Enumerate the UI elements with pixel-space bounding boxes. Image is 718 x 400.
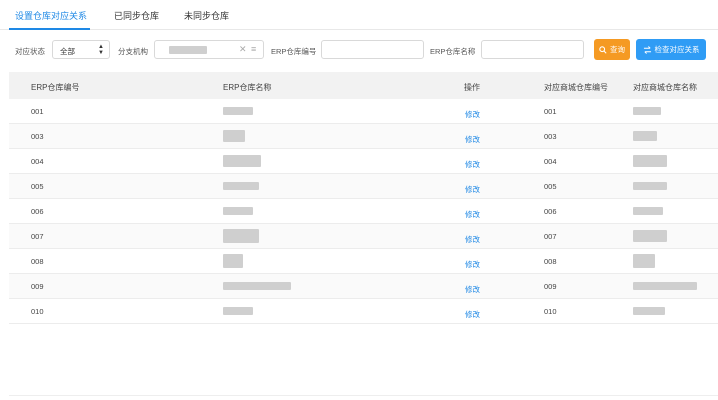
mall-code-cell: 009: [544, 282, 557, 291]
search-icon: [599, 45, 607, 54]
mall-code-cell: 007: [544, 232, 557, 241]
tab-bar: 设置仓库对应关系 已同步仓库 未同步仓库: [0, 0, 718, 30]
table-row: 006 修改 006: [9, 199, 718, 224]
redacted-mall-name: [633, 207, 663, 215]
table-row: 001 修改 001: [9, 99, 718, 124]
erp-name-input[interactable]: [481, 40, 584, 59]
erp-code-cell: 001: [31, 107, 44, 116]
col-mall-name: 对应商城仓库名称: [633, 83, 697, 92]
table-row: 009 修改 009: [9, 274, 718, 299]
table-row: 005 修改 005: [9, 174, 718, 199]
filter-bar: 对应状态 全部 ▲ ▼ 分支机构 ✕ ≡ ERP仓库编号 ERP仓库名称 查询 检…: [0, 38, 718, 64]
select-arrows-icon: ▲ ▼: [98, 44, 104, 56]
redacted-erp-name: [223, 130, 245, 142]
erp-code-cell: 005: [31, 182, 44, 191]
erp-code-cell: 009: [31, 282, 44, 291]
redacted-erp-name: [223, 155, 261, 167]
erp-name-label: ERP仓库名称: [430, 47, 476, 56]
status-select-value: 全部: [60, 47, 75, 56]
list-icon[interactable]: ≡: [251, 44, 256, 54]
edit-link[interactable]: 修改: [465, 309, 480, 320]
status-label: 对应状态: [15, 47, 45, 56]
edit-link[interactable]: 修改: [465, 159, 480, 170]
edit-link[interactable]: 修改: [465, 209, 480, 220]
redacted-mall-name: [633, 282, 697, 290]
col-action: 操作: [464, 83, 480, 92]
org-label: 分支机构: [118, 47, 148, 56]
tab-set-warehouse-mapping[interactable]: 设置仓库对应关系: [15, 9, 87, 22]
table-header: ERP仓库编号 ERP仓库名称 操作 对应商城仓库编号 对应商城仓库名称: [9, 72, 718, 99]
query-button[interactable]: 查询: [594, 39, 630, 60]
check-mapping-button-label: 检查对应关系: [654, 45, 700, 54]
status-select[interactable]: 全部 ▲ ▼: [52, 40, 110, 59]
redacted-erp-name: [223, 254, 243, 268]
swap-icon: [643, 45, 651, 54]
table-row: 004 修改 004: [9, 149, 718, 174]
erp-code-cell: 003: [31, 132, 44, 141]
col-erp-code: ERP仓库编号: [31, 83, 80, 92]
redacted-mall-name: [633, 230, 667, 242]
redacted-mall-name: [633, 182, 667, 190]
mall-code-cell: 003: [544, 132, 557, 141]
tab-unsynced-warehouses[interactable]: 未同步仓库: [184, 9, 229, 22]
redacted-erp-name: [223, 229, 259, 243]
redacted-erp-name: [223, 107, 253, 115]
redacted-mall-name: [633, 254, 655, 268]
mall-code-cell: 004: [544, 157, 557, 166]
active-tab-indicator: [9, 28, 90, 30]
erp-code-label: ERP仓库编号: [271, 47, 317, 56]
edit-link[interactable]: 修改: [465, 134, 480, 145]
check-mapping-button[interactable]: 检查对应关系: [636, 39, 706, 60]
erp-code-cell: 006: [31, 207, 44, 216]
erp-code-input[interactable]: [321, 40, 424, 59]
erp-code-cell: 010: [31, 307, 44, 316]
edit-link[interactable]: 修改: [465, 284, 480, 295]
table-row: 007 修改 007: [9, 224, 718, 249]
table-row: 010 修改 010: [9, 299, 718, 324]
org-picker[interactable]: ✕ ≡: [154, 40, 264, 59]
edit-link[interactable]: 修改: [465, 184, 480, 195]
mall-code-cell: 008: [544, 257, 557, 266]
col-mall-code: 对应商城仓库编号: [544, 83, 608, 92]
redacted-mall-name: [633, 107, 661, 115]
table-bottom-divider: [9, 395, 718, 396]
tab-synced-warehouses[interactable]: 已同步仓库: [114, 9, 159, 22]
edit-link[interactable]: 修改: [465, 109, 480, 120]
redacted-erp-name: [223, 307, 253, 315]
redacted-mall-name: [633, 307, 665, 315]
mall-code-cell: 010: [544, 307, 557, 316]
erp-code-cell: 008: [31, 257, 44, 266]
redacted-mall-name: [633, 131, 657, 141]
mall-code-cell: 006: [544, 207, 557, 216]
redacted-org-value: [169, 46, 207, 54]
table-row: 008 修改 008: [9, 249, 718, 274]
col-erp-name: ERP仓库名称: [223, 83, 272, 92]
clear-icon[interactable]: ✕: [239, 44, 247, 55]
redacted-erp-name: [223, 182, 259, 190]
edit-link[interactable]: 修改: [465, 234, 480, 245]
table-row: 003 修改 003: [9, 124, 718, 149]
redacted-erp-name: [223, 282, 291, 290]
redacted-mall-name: [633, 155, 667, 167]
query-button-label: 查询: [610, 45, 625, 54]
erp-code-cell: 004: [31, 157, 44, 166]
edit-link[interactable]: 修改: [465, 259, 480, 270]
mall-code-cell: 005: [544, 182, 557, 191]
erp-code-cell: 007: [31, 232, 44, 241]
mall-code-cell: 001: [544, 107, 557, 116]
redacted-erp-name: [223, 207, 253, 215]
